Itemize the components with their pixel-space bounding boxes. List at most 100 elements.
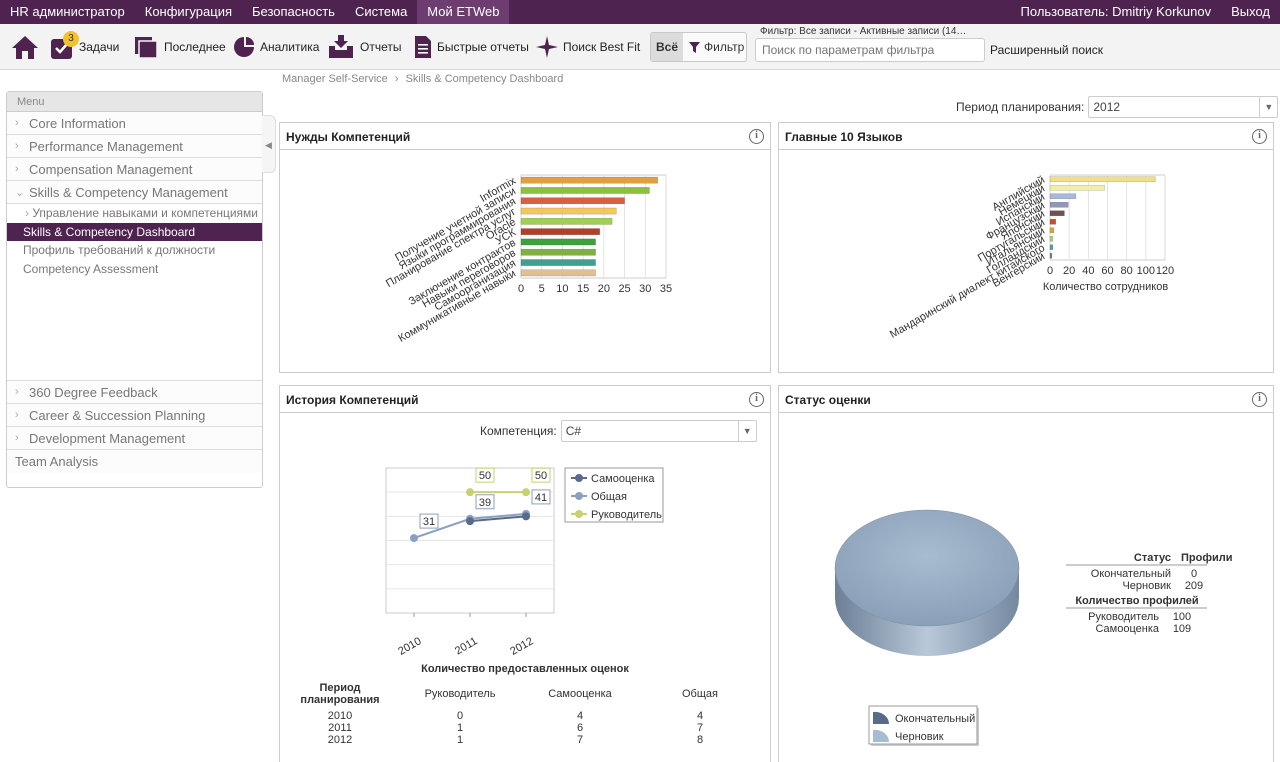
planning-period-control: Период планирования: 2012 ▼ xyxy=(956,96,1279,118)
funnel-icon xyxy=(689,41,700,53)
chart-bar xyxy=(1049,218,1056,225)
advanced-search-link[interactable]: Расширенный поиск xyxy=(990,43,1103,57)
chart-bar xyxy=(1049,235,1054,242)
table-cell: 6 xyxy=(576,722,584,734)
sidebar-item-competency-assessment[interactable]: Competency Assessment xyxy=(7,260,262,279)
x-tick-label: 10 xyxy=(556,283,568,295)
analytics-label: Аналитика xyxy=(260,40,320,54)
nav-configuration[interactable]: Конфигурация xyxy=(135,0,242,24)
dropdown-arrow-icon: ▼ xyxy=(737,421,756,441)
top-languages-chart: 0 20 40 60 80 100 120АнглийскийНемецкийИспанск… xyxy=(888,174,1174,341)
sidebar-item-compensation[interactable]: › Compensation Management xyxy=(7,158,262,181)
series-point xyxy=(522,488,530,497)
profiles-column-header: Профили xyxy=(1181,552,1232,564)
chart-bar xyxy=(1049,201,1069,208)
sidebar-item-core-information[interactable]: › Core Information xyxy=(7,112,262,135)
count-row-value: 100 xyxy=(1173,611,1191,623)
filter-search-input[interactable] xyxy=(755,38,985,62)
nav-system[interactable]: Система xyxy=(345,0,417,24)
nav-my-etweb[interactable]: Мой ETWeb xyxy=(417,0,510,24)
x-tick-label: 60 xyxy=(1101,265,1113,277)
assessment-status-panel: Статус оценки i Статус Профили Окончательн… xyxy=(778,385,1274,762)
chevron-right-icon: › xyxy=(15,163,19,175)
recent-label: Последнее xyxy=(164,40,226,54)
logout-link[interactable]: Выход xyxy=(1221,0,1280,24)
home-button[interactable] xyxy=(10,32,40,62)
chart-bar xyxy=(1049,227,1055,234)
star-sparkle-icon xyxy=(536,36,558,58)
sidebar-subgroup-skills-management[interactable]: › Управление навыками и компетенциями xyxy=(7,204,262,223)
breadcrumb-parent[interactable]: Manager Self-Service xyxy=(282,73,388,85)
chart-bar xyxy=(520,238,596,246)
sidebar-item-label: Performance Management xyxy=(29,138,183,154)
planning-period-select[interactable]: 2012 ▼ xyxy=(1088,96,1279,118)
legend-marker xyxy=(575,492,583,500)
table-column-header: Самооценка xyxy=(548,688,612,700)
filter-status-text: Фильтр: Все записи - Активные записи (14… xyxy=(760,26,967,37)
chart-bar xyxy=(1049,184,1105,191)
table-cell: 4 xyxy=(576,710,584,722)
filter-toggle-group: Всё Фильтр xyxy=(650,32,747,62)
chart-bar xyxy=(520,207,617,215)
recent-button[interactable]: Последнее xyxy=(133,32,226,62)
chart-bar xyxy=(520,197,625,205)
x-tick-label: 0 xyxy=(1047,265,1053,277)
info-icon[interactable]: i xyxy=(1252,392,1267,407)
all-records-button[interactable]: Всё xyxy=(651,33,683,61)
info-icon[interactable]: i xyxy=(749,129,764,144)
reports-button[interactable]: Отчеты xyxy=(327,32,401,62)
count-row-label: Руководитель xyxy=(1088,611,1159,623)
x-tick-label: 30 xyxy=(639,283,651,295)
x-tick-label: 5 xyxy=(539,283,545,295)
top-nav-menu: HR администратор Конфигурация Безопаснос… xyxy=(0,0,510,24)
sidebar-item-360-feedback[interactable]: › 360 Degree Feedback xyxy=(7,381,262,404)
info-icon[interactable]: i xyxy=(1252,129,1267,144)
chevron-right-icon: › xyxy=(15,386,19,398)
sidebar-header: Menu xyxy=(7,92,262,112)
reports-label: Отчеты xyxy=(360,40,402,54)
table-cell: 2012 xyxy=(327,734,353,746)
chart-bar xyxy=(520,228,600,235)
sidebar-item-performance[interactable]: › Performance Management xyxy=(7,135,262,158)
panel-title: Главные 10 Языков xyxy=(779,123,1273,150)
breadcrumb: Manager Self-Service › Skills & Competen… xyxy=(282,73,563,85)
top-languages-panel: Главные 10 Языков i 0 20 40 60 80 100 120 Англи… xyxy=(778,122,1274,373)
sidebar-item-development[interactable]: › Development Management xyxy=(7,427,262,450)
sidebar-item-job-profile[interactable]: Профиль требований к должности xyxy=(7,241,262,260)
sidebar-collapse-handle[interactable]: ◀ xyxy=(262,115,276,173)
sidebar-item-label: Compensation Management xyxy=(29,161,193,177)
info-icon[interactable]: i xyxy=(749,392,764,407)
table-cell: 2011 xyxy=(328,722,352,734)
quick-reports-button[interactable]: Быстрые отчеты xyxy=(414,32,529,62)
analytics-button[interactable]: Аналитика xyxy=(233,32,319,62)
competency-history-chart: 2010 2011 2012 31 39 41 50 50 Самооценка Общая Рук… xyxy=(385,467,664,658)
y-category-label: Мандаринский диалект китайского xyxy=(888,242,1047,341)
x-tick-label: 35 xyxy=(660,283,672,295)
panel-title: Нужды Компетенций xyxy=(280,123,770,150)
x-tick-label: 15 xyxy=(577,283,589,295)
series-point xyxy=(522,512,530,521)
chart-bar xyxy=(1049,193,1077,200)
filter-button[interactable]: Фильтр xyxy=(683,40,744,54)
chevron-right-icon: › xyxy=(15,117,19,129)
count-row-value: 109 xyxy=(1173,623,1191,635)
dropdown-arrow-icon: ▼ xyxy=(1259,97,1277,117)
nav-hr-admin[interactable]: HR администратор xyxy=(0,0,135,24)
x-tick-label: 2012 xyxy=(508,635,535,658)
status-column-header: Статус xyxy=(1134,552,1171,564)
breadcrumb-current: Skills & Competency Dashboard xyxy=(405,73,564,85)
x-tick-label: 2011 xyxy=(453,635,479,657)
sidebar-item-career[interactable]: › Career & Succession Planning xyxy=(7,404,262,427)
bestfit-search-button[interactable]: Поиск Best Fit xyxy=(536,32,640,62)
sidebar-item-team-analysis[interactable]: Team Analysis xyxy=(7,450,262,473)
sidebar-item-dashboard[interactable]: Skills & Competency Dashboard xyxy=(7,223,262,241)
sidebar-item-skills[interactable]: ⌄ Skills & Competency Management xyxy=(7,181,262,204)
competency-select[interactable]: C# ▼ xyxy=(560,420,757,442)
competency-select-value: C# xyxy=(565,424,582,438)
user-label: Пользователь: Dmitriy Korkunov xyxy=(1020,4,1212,19)
nav-security[interactable]: Безопасность xyxy=(242,0,345,24)
data-label: 41 xyxy=(535,492,547,504)
competency-history-panel: История Компетенций i Компетенция: C# ▼ … xyxy=(279,385,771,762)
tasks-button[interactable]: 3 Задачи xyxy=(50,31,119,62)
sidebar-spacer xyxy=(7,279,262,381)
